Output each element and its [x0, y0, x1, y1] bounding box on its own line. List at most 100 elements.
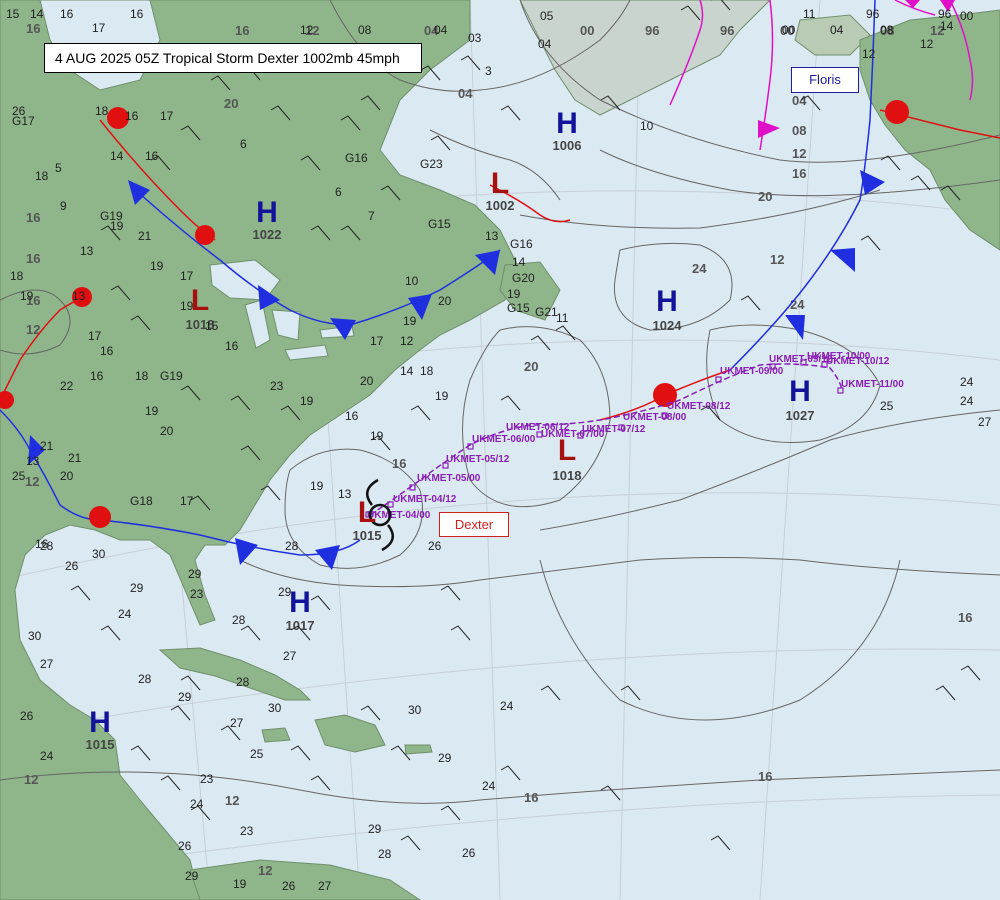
station-value: 14: [940, 19, 954, 33]
station-value: 04: [434, 23, 448, 37]
station-value: G18: [130, 494, 153, 508]
station-value: 17: [180, 269, 194, 283]
station-value: 25: [880, 399, 894, 413]
station-value: 03: [468, 31, 482, 45]
storm-label-dexter[interactable]: Dexter: [439, 512, 509, 537]
isobar-label: 16: [792, 166, 806, 181]
station-value: 9: [60, 199, 67, 213]
track-point-label: UKMET-08/12: [667, 401, 731, 412]
station-value: 30: [408, 703, 422, 717]
station-value: 27: [978, 415, 992, 429]
station-value: 16: [90, 369, 104, 383]
station-value: 00: [782, 23, 796, 37]
station-value: 24: [118, 607, 132, 621]
station-value: 15: [205, 319, 219, 333]
station-value: G16: [345, 151, 368, 165]
track-point-label: UKMET-06/00: [472, 434, 536, 445]
station-value: 19: [435, 389, 449, 403]
station-value: G19: [160, 369, 183, 383]
station-value: 13: [72, 289, 86, 303]
station-value: 29: [188, 567, 202, 581]
station-value: 24: [40, 749, 54, 763]
isobar-label: 20: [224, 96, 238, 111]
station-value: 16: [345, 409, 359, 423]
weather-map: 04 04 00 96 96 00 04 08 12 08 12 16 12 1…: [0, 0, 1000, 900]
station-value: 29: [368, 822, 382, 836]
station-value: 30: [92, 547, 106, 561]
station-value: 25: [250, 747, 264, 761]
station-value: 23: [270, 379, 284, 393]
isobar-label: 16: [758, 769, 772, 784]
station-value: 19: [403, 314, 417, 328]
track-point-label: UKMET-08/00: [623, 412, 687, 423]
station-value: 18: [420, 364, 434, 378]
station-value: 16: [225, 339, 239, 353]
station-value: 19: [110, 219, 124, 233]
isobar-label: 04: [458, 86, 473, 101]
low-pressure-symbol: L: [191, 284, 209, 317]
pressure-value: 1022: [253, 227, 282, 242]
storm-label-floris[interactable]: Floris: [791, 67, 859, 93]
station-value: 16: [130, 7, 144, 21]
isobar-label: 24: [692, 261, 707, 276]
high-pressure-symbol: H: [556, 107, 578, 140]
station-value: G23: [420, 157, 443, 171]
station-value: 12: [862, 47, 876, 61]
low-pressure-symbol: L: [558, 434, 576, 467]
station-value: 21: [40, 439, 54, 453]
station-value: 10: [405, 274, 419, 288]
station-value: 16: [60, 7, 74, 21]
station-value: 17: [160, 109, 174, 123]
station-value: 27: [230, 716, 244, 730]
station-value: G15: [507, 301, 530, 315]
station-value: 26: [178, 839, 192, 853]
isobar-label: 12: [770, 252, 784, 267]
station-value: 16: [145, 149, 159, 163]
track-point-label: UKMET-05/00: [417, 473, 481, 484]
station-value: 26: [428, 539, 442, 553]
station-value: G20: [512, 271, 535, 285]
isobar-label: 20: [524, 359, 538, 374]
isobar-label: 20: [758, 189, 772, 204]
station-value: 16: [125, 109, 139, 123]
station-value: 12: [400, 334, 414, 348]
station-value: 20: [360, 374, 374, 388]
station-value: 26: [462, 846, 476, 860]
track-point-label: UKMET-04/12: [393, 494, 457, 505]
station-value: 19: [507, 287, 521, 301]
station-value: 08: [358, 23, 372, 37]
station-value: 26: [20, 709, 34, 723]
station-value: 27: [318, 879, 332, 893]
station-value: 28: [285, 539, 299, 553]
station-value: 05: [540, 9, 554, 23]
isobar-label: 16: [26, 21, 40, 36]
map-title: 4 AUG 2025 05Z Tropical Storm Dexter 100…: [44, 43, 422, 73]
station-value: 29: [438, 751, 452, 765]
station-value: 3: [485, 64, 492, 78]
pressure-value: 1002: [486, 198, 515, 213]
station-value: 26: [282, 879, 296, 893]
station-value: 18: [135, 369, 149, 383]
pressure-value: 1018: [553, 468, 582, 483]
station-value: G16: [510, 237, 533, 251]
station-value: 14: [512, 255, 526, 269]
track-point-label: UKMET-07/12: [582, 424, 646, 435]
station-value: 24: [190, 797, 204, 811]
station-value: 14: [30, 7, 44, 21]
station-value: 08: [880, 23, 894, 37]
isobar-label: 12: [225, 793, 239, 808]
isobar-label: 00: [580, 23, 594, 38]
pressure-value: 1006: [553, 138, 582, 153]
station-value: 6: [335, 185, 342, 199]
station-value: 17: [370, 334, 384, 348]
station-value: 21: [68, 451, 82, 465]
station-value: 96: [866, 7, 880, 21]
station-value: 20: [438, 294, 452, 308]
isobar-label: 16: [524, 790, 538, 805]
station-value: 24: [960, 394, 974, 408]
isobar-label: 12: [24, 772, 38, 787]
isobar-label: 12: [792, 146, 806, 161]
station-value: 18: [10, 269, 24, 283]
station-value: 30: [268, 701, 282, 715]
isobar-label: 04: [792, 93, 807, 108]
